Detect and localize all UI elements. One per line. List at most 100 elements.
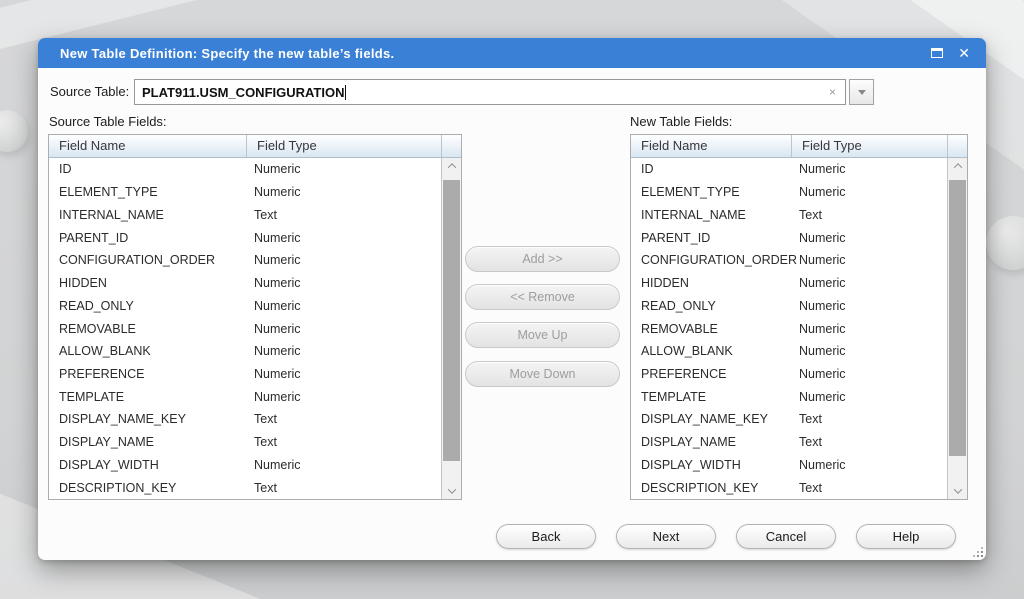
scrollbar-thumb[interactable] [443, 180, 460, 461]
help-button[interactable]: Help [856, 524, 956, 549]
table-row[interactable]: ALLOW_BLANKNumeric [49, 340, 441, 363]
table-row[interactable]: DISPLAY_NAME_KEYText [631, 408, 947, 431]
field-name-cell: HIDDEN [631, 276, 791, 290]
scroll-up-button[interactable] [948, 158, 967, 174]
table-row[interactable]: DESCRIPTION_KEYText [49, 476, 441, 499]
table-row[interactable]: DISPLAY_WIDTHNumeric [49, 454, 441, 477]
vertical-scrollbar[interactable] [441, 158, 461, 499]
field-type-cell: Numeric [246, 185, 301, 199]
table-row[interactable]: ALLOW_BLANKNumeric [631, 340, 947, 363]
scroll-down-button[interactable] [442, 483, 461, 499]
field-type-cell: Text [246, 412, 277, 426]
window-controls: ✕ [931, 38, 970, 68]
field-type-cell: Numeric [791, 185, 846, 199]
source-table-dropdown-button[interactable] [849, 79, 874, 105]
field-name-cell: CONFIGURATION_ORDER [49, 253, 246, 267]
move-up-button[interactable]: Move Up [465, 322, 620, 348]
table-row[interactable]: TEMPLATENumeric [631, 385, 947, 408]
table-row[interactable]: HIDDENNumeric [49, 272, 441, 295]
table-row[interactable]: DISPLAY_NAMEText [631, 431, 947, 454]
table-row[interactable]: IDNumeric [631, 158, 947, 181]
back-button[interactable]: Back [496, 524, 596, 549]
field-name-cell: DISPLAY_WIDTH [49, 458, 246, 472]
dialog-titlebar[interactable]: New Table Definition: Specify the new ta… [38, 38, 986, 68]
source-table-label: Source Table: [50, 78, 129, 106]
table-row[interactable]: PREFERENCENumeric [631, 363, 947, 386]
close-icon[interactable]: ✕ [958, 38, 970, 68]
table-row[interactable]: INTERNAL_NAMEText [631, 203, 947, 226]
table-row[interactable]: DESCRIPTION_KEYText [631, 476, 947, 499]
vertical-scrollbar[interactable] [947, 158, 967, 499]
table-row[interactable]: READ_ONLYNumeric [631, 294, 947, 317]
field-name-cell: REMOVABLE [631, 322, 791, 336]
field-type-cell: Numeric [246, 299, 301, 313]
maximize-icon[interactable] [931, 48, 943, 58]
table-row[interactable]: DISPLAY_NAMEText [49, 431, 441, 454]
field-name-cell: REMOVABLE [49, 322, 246, 336]
add-button[interactable]: Add >> [465, 246, 620, 272]
resize-grip[interactable] [972, 546, 983, 557]
table-row[interactable]: HIDDENNumeric [631, 272, 947, 295]
field-name-cell: READ_ONLY [49, 299, 246, 313]
field-type-cell: Numeric [246, 367, 301, 381]
table-row[interactable]: DISPLAY_WIDTHNumeric [631, 454, 947, 477]
column-header-field-type: Field Type [246, 135, 441, 157]
next-button[interactable]: Next [616, 524, 716, 549]
field-type-cell: Numeric [791, 322, 846, 336]
field-name-cell: PREFERENCE [631, 367, 791, 381]
cancel-button[interactable]: Cancel [736, 524, 836, 549]
table-row[interactable]: REMOVABLENumeric [49, 317, 441, 340]
move-down-button[interactable]: Move Down [465, 361, 620, 387]
table-header: Field Name Field Type [49, 135, 461, 158]
dialog-title: New Table Definition: Specify the new ta… [38, 46, 394, 61]
remove-button[interactable]: << Remove [465, 284, 620, 310]
field-name-cell: PARENT_ID [49, 231, 246, 245]
column-header-field-type: Field Type [791, 135, 947, 157]
table-row[interactable]: TEMPLATENumeric [49, 385, 441, 408]
field-type-cell: Numeric [791, 231, 846, 245]
field-type-cell: Numeric [246, 344, 301, 358]
new-table-definition-dialog: New Table Definition: Specify the new ta… [38, 38, 986, 560]
field-name-cell: DISPLAY_NAME [49, 435, 246, 449]
source-table-input[interactable]: PLAT911.USM_CONFIGURATION × [134, 79, 846, 105]
background-sphere [0, 110, 28, 152]
field-type-cell: Numeric [791, 458, 846, 472]
table-row[interactable]: DISPLAY_NAME_KEYText [49, 408, 441, 431]
chevron-up-icon [953, 163, 961, 171]
table-row[interactable]: READ_ONLYNumeric [49, 294, 441, 317]
field-type-cell: Text [246, 208, 277, 222]
field-type-cell: Text [791, 412, 822, 426]
table-body: IDNumericELEMENT_TYPENumericINTERNAL_NAM… [49, 158, 441, 499]
source-fields-table: Field Name Field Type IDNumericELEMENT_T… [48, 134, 462, 500]
scroll-up-button[interactable] [442, 158, 461, 174]
scrollbar-thumb[interactable] [949, 180, 966, 456]
field-type-cell: Numeric [246, 231, 301, 245]
scroll-down-button[interactable] [948, 483, 967, 499]
field-type-cell: Numeric [246, 162, 301, 176]
table-row[interactable]: CONFIGURATION_ORDERNumeric [49, 249, 441, 272]
table-row[interactable]: ELEMENT_TYPENumeric [631, 181, 947, 204]
field-type-cell: Numeric [791, 367, 846, 381]
chevron-down-icon [447, 485, 455, 493]
field-name-cell: DISPLAY_NAME_KEY [49, 412, 246, 426]
field-type-cell: Numeric [791, 299, 846, 313]
field-name-cell: TEMPLATE [49, 390, 246, 404]
table-row[interactable]: INTERNAL_NAMEText [49, 203, 441, 226]
table-row[interactable]: ELEMENT_TYPENumeric [49, 181, 441, 204]
table-row[interactable]: PARENT_IDNumeric [49, 226, 441, 249]
field-name-cell: HIDDEN [49, 276, 246, 290]
source-table-value: PLAT911.USM_CONFIGURATION [142, 85, 344, 100]
field-name-cell: ALLOW_BLANK [631, 344, 791, 358]
field-type-cell: Numeric [791, 344, 846, 358]
table-row[interactable]: PREFERENCENumeric [49, 363, 441, 386]
table-row[interactable]: CONFIGURATION_ORDERNumeric [631, 249, 947, 272]
new-fields-table: Field Name Field Type IDNumericELEMENT_T… [630, 134, 968, 500]
table-row[interactable]: REMOVABLENumeric [631, 317, 947, 340]
field-name-cell: ID [631, 162, 791, 176]
field-name-cell: DISPLAY_WIDTH [631, 458, 791, 472]
table-row[interactable]: PARENT_IDNumeric [631, 226, 947, 249]
clear-icon[interactable]: × [827, 79, 838, 105]
field-type-cell: Text [791, 208, 822, 222]
field-name-cell: ID [49, 162, 246, 176]
table-row[interactable]: IDNumeric [49, 158, 441, 181]
